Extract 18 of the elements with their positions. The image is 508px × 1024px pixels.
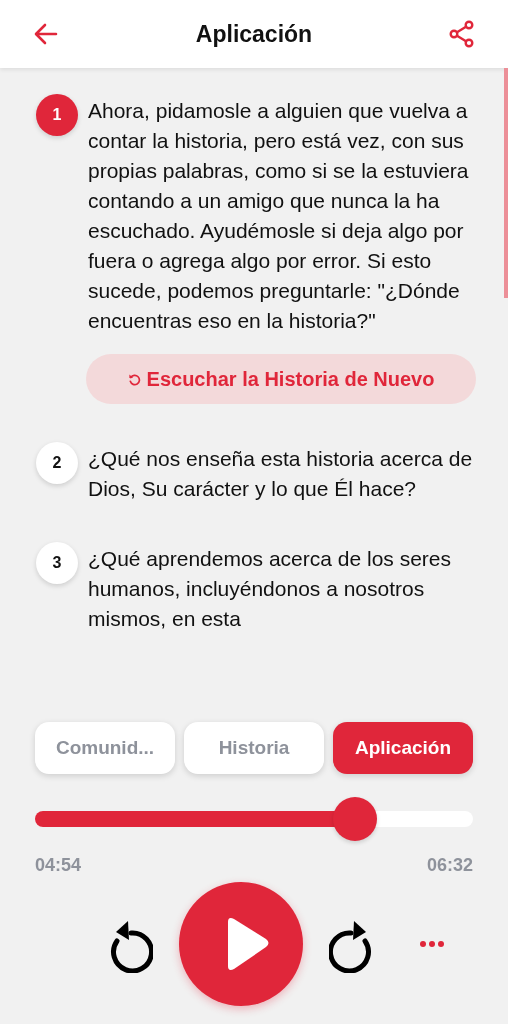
replay-icon: [127, 372, 141, 386]
question-text: ¿Qué nos enseña esta historia acerca de Dios, Su carácter y lo que Él hace?: [88, 446, 474, 502]
listen-again-button[interactable]: Escuchar la Historia de Nuevo: [86, 354, 476, 404]
play-button[interactable]: [179, 882, 303, 1006]
page-title: Aplicación: [195, 20, 313, 48]
question-text: ¿Qué aprendemos acerca de los seres humanos, incluyéndonos a nosotros mismos, en esta: [88, 546, 453, 632]
share-icon[interactable]: [448, 20, 476, 48]
tab[interactable]: Aplicación: [333, 722, 473, 774]
tab[interactable]: Historia: [184, 722, 324, 774]
more-icon[interactable]: [419, 940, 445, 948]
slider-thumb[interactable]: [332, 797, 377, 841]
number-badge: 3: [36, 542, 78, 584]
elapsed-time: 04:54: [35, 855, 82, 876]
number-badge: 1: [36, 94, 78, 136]
question-text: Ahora, pidamosle a alguien que vuelva a contar la historia, pero está vez, con sus propias palabras, como si se la estuviera contando a un amigo que nunca la ha escuchado. Ayudémosle si deja algo por fuera o agrega algo por error. Si esto sucede, podemos preguntarle: "¿Dónde encuentras eso en la historia?": [88, 98, 470, 334]
tab[interactable]: Comunid...: [35, 722, 175, 774]
total-time: 06:32: [426, 855, 473, 876]
number-badge: 2: [36, 442, 78, 484]
